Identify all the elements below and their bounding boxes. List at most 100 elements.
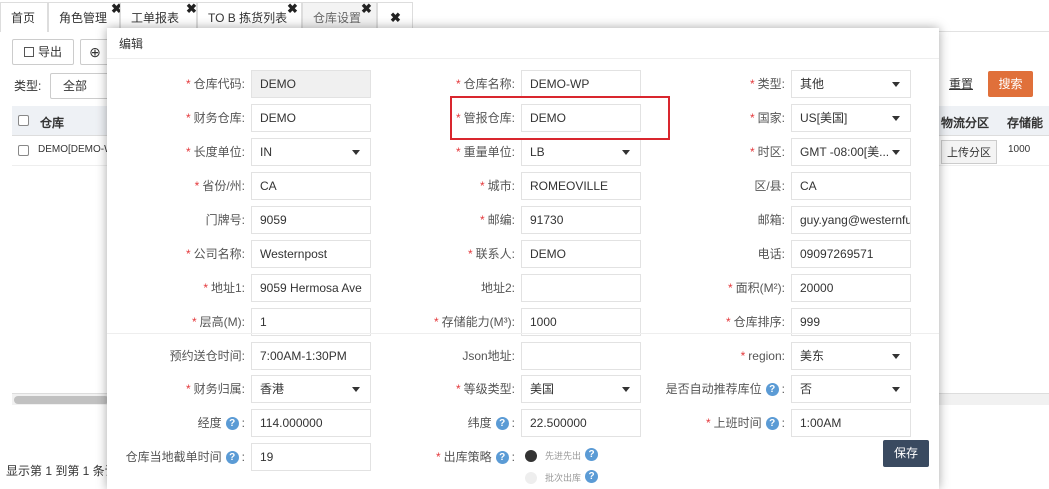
form-input[interactable]: 19 xyxy=(251,443,371,471)
tab-home[interactable]: 首页 xyxy=(0,2,48,32)
dialog-title: 编辑 xyxy=(119,37,144,51)
form-input[interactable] xyxy=(521,342,641,370)
form-label-text: 面积(M²): xyxy=(735,281,785,295)
form-label-text: 是否自动推荐库位 xyxy=(665,382,762,396)
add-button[interactable]: ⊕ xyxy=(80,39,110,65)
form-input[interactable]: DEMO xyxy=(251,104,371,132)
form-label-text: 经度 xyxy=(197,416,222,430)
form-input[interactable]: 7:00AM-1:30PM xyxy=(251,342,371,370)
form-label: 是否自动推荐库位?: xyxy=(666,375,785,403)
form-label: * 上班时间?: xyxy=(706,409,785,437)
form-label-text: 纬度 xyxy=(467,416,492,430)
form-input[interactable]: 22.500000 xyxy=(521,409,641,437)
form-label: * 等级类型: xyxy=(456,375,515,403)
form-select[interactable]: IN xyxy=(251,138,371,166)
row-checkbox[interactable] xyxy=(18,145,29,156)
form-select[interactable]: 其他 xyxy=(791,70,911,98)
label-colon: : xyxy=(241,450,245,464)
required-marker: * xyxy=(185,247,191,261)
help-icon[interactable]: ? xyxy=(495,417,509,431)
tab-close-icon[interactable]: ✖ xyxy=(361,0,372,24)
required-marker: * xyxy=(185,111,191,125)
label-colon: : xyxy=(511,416,515,430)
form-input[interactable]: CA xyxy=(251,172,371,200)
form-label-text: 重量单位: xyxy=(463,145,515,159)
form-input[interactable]: 114.000000 xyxy=(251,409,371,437)
form-select[interactable]: LB xyxy=(521,138,641,166)
search-button[interactable]: 搜索 xyxy=(988,71,1033,97)
form-label-text: 联系人: xyxy=(475,247,515,261)
help-icon[interactable]: ? xyxy=(585,448,598,461)
form-input[interactable]: ROMEOVILLE xyxy=(521,172,641,200)
form-label: * 重量单位: xyxy=(456,138,515,166)
help-icon[interactable]: ? xyxy=(765,383,779,397)
form-input[interactable]: DEMO-WP xyxy=(521,70,641,98)
label-colon: : xyxy=(781,382,785,396)
form-label: * 长度单位: xyxy=(186,138,245,166)
form-label: 仓库当地截单时间?: xyxy=(126,443,245,471)
form-input[interactable] xyxy=(521,274,641,302)
form-select[interactable]: 美国 xyxy=(521,375,641,403)
label-colon: : xyxy=(781,416,785,430)
help-icon[interactable]: ? xyxy=(585,470,598,483)
form-label-text: 财务归属: xyxy=(193,382,245,396)
save-button[interactable]: 保存 xyxy=(883,440,929,467)
form-select[interactable]: GMT -08:00[美... xyxy=(791,138,911,166)
form-label-text: 上班时间 xyxy=(713,416,762,430)
form-input[interactable]: Westernpost xyxy=(251,240,371,268)
tab-close-icon[interactable]: ✖ xyxy=(287,0,298,24)
form-label: * 时区: xyxy=(750,138,785,166)
form-input[interactable]: 9059 Hermosa Ave xyxy=(251,274,371,302)
form-label-text: 预约送仓时间: xyxy=(169,349,245,363)
form-label-text: Json地址: xyxy=(462,349,515,363)
upload-zone-button[interactable]: 上传分区 xyxy=(941,140,997,164)
form-label: * 邮编: xyxy=(480,206,515,234)
form-input[interactable]: 91730 xyxy=(521,206,641,234)
select-all-checkbox[interactable] xyxy=(18,115,29,126)
radio-fifo[interactable] xyxy=(525,450,537,462)
form-label-text: 等级类型: xyxy=(463,382,515,396)
type-filter-select[interactable]: 全部 xyxy=(50,73,110,99)
form-input[interactable]: 1 xyxy=(251,308,371,336)
form-label: * 城市: xyxy=(480,172,515,200)
required-marker: * xyxy=(725,315,731,329)
form-input[interactable]: CA xyxy=(791,172,911,200)
export-button[interactable]: 导出 xyxy=(12,39,74,65)
required-marker: * xyxy=(434,315,439,329)
radio-batch[interactable] xyxy=(525,472,537,484)
form-select[interactable]: 否 xyxy=(791,375,911,403)
form-input[interactable]: 9059 xyxy=(251,206,371,234)
required-marker: * xyxy=(455,77,461,91)
form-input[interactable]: 1000 xyxy=(521,308,641,336)
form-select[interactable]: US[美国] xyxy=(791,104,911,132)
form-input[interactable]: 1:00AM xyxy=(791,409,911,437)
export-icon xyxy=(23,47,34,57)
form-label-text: region: xyxy=(748,349,785,363)
required-marker: * xyxy=(479,213,485,227)
required-marker: * xyxy=(192,315,197,329)
form-input[interactable]: 09097269571 xyxy=(791,240,911,268)
help-icon[interactable]: ? xyxy=(765,417,779,431)
form-select[interactable]: 香港 xyxy=(251,375,371,403)
tab-label: 角色管理 xyxy=(59,11,108,25)
scrollbar-thumb[interactable] xyxy=(14,396,109,404)
form-label: * 联系人: xyxy=(468,240,515,268)
required-marker: * xyxy=(749,77,755,91)
required-marker: * xyxy=(740,349,746,363)
form-input[interactable]: guy.yang@westernfu xyxy=(791,206,911,234)
help-icon[interactable]: ? xyxy=(225,417,239,431)
row-storage: 1000 xyxy=(1008,144,1031,155)
form-input[interactable]: 999 xyxy=(791,308,911,336)
form-label: 经度?: xyxy=(198,409,245,437)
required-marker: * xyxy=(185,77,191,91)
form-input[interactable]: 20000 xyxy=(791,274,911,302)
reset-button[interactable]: 重置 xyxy=(940,72,982,98)
help-icon[interactable]: ? xyxy=(495,451,509,465)
help-icon[interactable]: ? xyxy=(225,451,239,465)
form-label: 地址2: xyxy=(481,274,515,302)
tab-close-icon[interactable]: ✖ xyxy=(186,0,197,24)
form-label-text: 财务仓库: xyxy=(193,111,245,125)
form-label: * region: xyxy=(741,342,785,370)
form-select[interactable]: 美东 xyxy=(791,342,911,370)
form-input[interactable]: DEMO xyxy=(521,240,641,268)
